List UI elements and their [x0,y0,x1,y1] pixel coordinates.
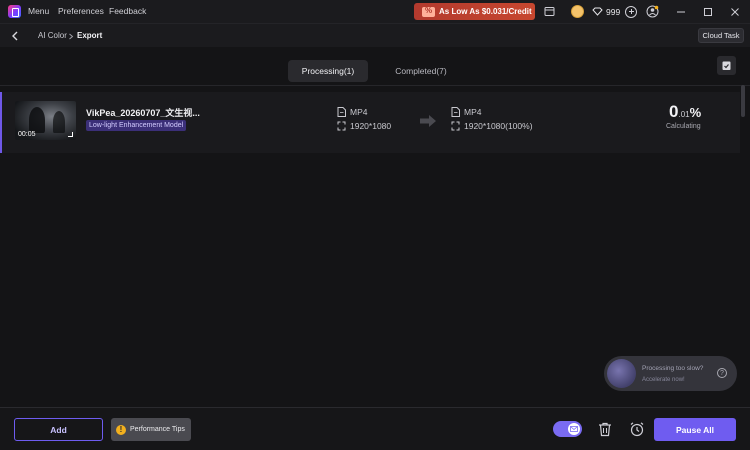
file-name: VikPea_20260707_文生视... [86,108,200,118]
rocket-avatar-icon [607,359,636,388]
diamond-icon [592,7,603,16]
progress-status: Calculating [666,123,701,130]
add-credits-icon[interactable] [625,5,638,18]
divider [0,85,750,86]
promo-banner[interactable]: As Low As $0.031/Credit [414,3,535,20]
scrollbar[interactable] [741,85,745,117]
help-icon[interactable]: ? [717,368,727,378]
account-icon[interactable] [645,4,660,19]
footer-bar: Add ! Performance Tips Pause All [0,407,750,450]
tab-processing[interactable]: Processing(1) [288,60,368,82]
input-resolution: 1920*1080 [337,121,391,131]
email-notify-toggle[interactable] [553,421,582,437]
title-bar: Menu Preferences Feedback As Low As $0.0… [0,0,750,23]
clipboard-check-icon [722,61,731,70]
resolution-icon [451,121,460,131]
mail-icon [568,423,580,435]
input-format: MP4 [337,107,367,117]
performance-tips-button[interactable]: ! Performance Tips [111,418,191,441]
promo-text: As Low As $0.031/Credit [439,7,532,16]
menu-button[interactable]: Menu [28,6,49,16]
trash-icon[interactable] [597,421,613,437]
task-row[interactable]: 00:05 VikPea_20260707_文生视... Low-light E… [0,92,740,153]
minimize-button[interactable] [673,4,688,19]
model-tag: Low-light Enhancement Model [86,120,187,131]
speed-tip-toast[interactable]: Processing too slow? Accelerate now! ? [604,356,737,391]
progress-percent: 0.01% [669,102,702,121]
alarm-clock-icon[interactable] [629,421,645,437]
breadcrumb-ai-color[interactable]: AI Color [38,31,67,40]
resolution-icon [337,121,346,131]
discount-icon [422,6,435,17]
chevron-right-icon [69,33,74,40]
warning-icon: ! [116,424,126,435]
credits-count: 999 [606,6,621,17]
app-logo-icon [8,5,21,18]
file-icon [451,107,460,117]
output-format: MP4 [451,107,481,117]
main-panel: Processing(1) Completed(7) 00:05 VikPea_… [0,47,750,407]
back-icon[interactable] [9,29,21,43]
clipboard-button[interactable] [717,56,736,75]
cloud-task-button[interactable]: Cloud Task [698,28,744,43]
close-button[interactable] [727,4,742,19]
preferences-button[interactable]: Preferences [58,6,104,16]
video-thumbnail[interactable]: 00:05 [15,101,76,140]
arrow-right-icon [420,115,436,127]
credits-display[interactable]: 999 [592,4,638,19]
window-icon[interactable] [542,4,557,19]
feedback-button[interactable]: Feedback [109,6,146,16]
video-duration: 00:05 [18,131,36,138]
pause-all-button[interactable]: Pause All [654,418,736,441]
coin-icon[interactable] [571,5,584,18]
expand-icon [68,132,73,137]
toast-title: Processing too slow? [642,365,704,372]
toast-link[interactable]: Accelerate now! [642,377,685,383]
tab-completed[interactable]: Completed(7) [378,60,464,82]
breadcrumb-export: Export [77,31,103,40]
add-button[interactable]: Add [14,418,103,441]
output-resolution: 1920*1080(100%) [451,121,533,131]
breadcrumb-bar: AI Color Export Cloud Task [0,23,750,47]
file-icon [337,107,346,117]
maximize-button[interactable] [700,4,715,19]
performance-tips-label: Performance Tips [130,426,185,433]
